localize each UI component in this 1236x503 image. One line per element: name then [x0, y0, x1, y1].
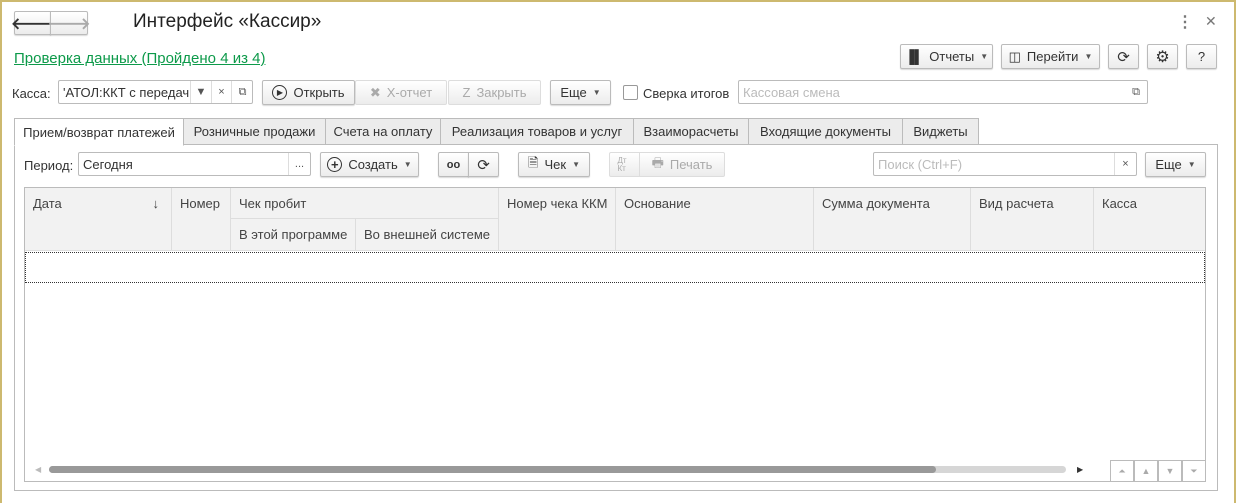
more-label: Еще: [560, 85, 587, 100]
date-header: Дата: [33, 196, 62, 211]
first-icon: ⏶: [1118, 465, 1126, 476]
scroll-left-icon[interactable]: ◀: [35, 465, 41, 474]
scroll-right-icon[interactable]: ▶: [1077, 465, 1083, 474]
kassa-label: Касса:: [12, 86, 51, 101]
list-more-button[interactable]: Еще ▼: [1145, 152, 1206, 177]
refresh-icon: ⟳: [477, 156, 490, 174]
settings-button[interactable]: ⚙: [1147, 44, 1178, 69]
more-label: Еще: [1155, 157, 1182, 172]
open-shift-button[interactable]: ▶ Открыть: [262, 80, 355, 105]
period-value: Сегодня: [83, 156, 133, 172]
refresh-list-button[interactable]: ⟳: [468, 152, 499, 177]
column-date[interactable]: Дата ↓: [25, 188, 172, 251]
reconcile-checkbox[interactable]: [623, 85, 638, 100]
period-label: Период:: [24, 158, 74, 173]
empty-selected-row[interactable]: [25, 252, 1205, 283]
tab-incoming[interactable]: Входящие документы: [748, 118, 903, 145]
tab-widgets[interactable]: Виджеты: [902, 118, 979, 145]
open-icon[interactable]: ⧉: [231, 81, 252, 103]
open-icon[interactable]: ⧉: [1125, 81, 1147, 103]
search-placeholder: Поиск (Ctrl+F): [878, 156, 963, 172]
column-payment-type[interactable]: Вид расчета: [971, 188, 1094, 251]
data-check-link[interactable]: Проверка данных (Пройдено 4 из 4): [14, 50, 265, 67]
reconcile-label: Сверка итогов: [643, 86, 730, 101]
play-icon: ▶: [272, 85, 288, 100]
period-select-button[interactable]: ...: [288, 153, 310, 175]
window-title: Интерфейс «Кассир»: [133, 11, 322, 32]
document-icon: 🗎: [528, 154, 539, 170]
horizontal-scrollbar[interactable]: [49, 466, 1066, 473]
documents-table: Дата ↓ Номер Чек пробит В этой программе …: [24, 187, 1206, 482]
printer-icon: 🖶: [651, 154, 664, 170]
x-report-button[interactable]: ✖ X-отчет: [355, 80, 447, 105]
scroll-down-button[interactable]: ▼: [1158, 460, 1182, 482]
x-report-icon: ✖: [369, 84, 381, 100]
print-label: Печать: [669, 157, 713, 172]
scroll-last-button[interactable]: ⏷: [1182, 460, 1206, 482]
bar-chart-icon: ▐▌: [904, 49, 924, 64]
close-icon[interactable]: ✕: [1205, 13, 1217, 30]
receipt-button[interactable]: 🗎 Чек ▼: [518, 152, 590, 177]
search-input[interactable]: Поиск (Ctrl+F) ×: [873, 152, 1137, 176]
tab-settlements[interactable]: Взаиморасчеты: [633, 118, 749, 145]
clear-icon[interactable]: ×: [211, 81, 231, 103]
column-kassa[interactable]: Касса: [1094, 188, 1205, 251]
reports-label: Отчеты: [929, 49, 975, 64]
forward-button[interactable]: 🡒: [47, 11, 91, 35]
scrollbar-thumb[interactable]: [49, 466, 936, 473]
cash-shift-field[interactable]: Кассовая смена ⧉: [738, 80, 1148, 104]
reports-button[interactable]: ▐▌ Отчеты ▼: [900, 44, 993, 69]
tab-invoices[interactable]: Счета на оплату: [325, 118, 441, 145]
view-button[interactable]: oo: [438, 152, 469, 177]
plus-circle-icon: +: [327, 157, 343, 172]
x-report-label: X-отчет: [386, 85, 433, 100]
tab-sales[interactable]: Реализация товаров и услуг: [440, 118, 634, 145]
gear-icon: ⚙: [1155, 48, 1170, 66]
column-sum[interactable]: Сумма документа: [814, 188, 971, 251]
period-field[interactable]: Сегодня...: [78, 152, 311, 176]
close-shift-icon: Z: [462, 85, 471, 100]
tab-payments[interactable]: Прием/возврат платежей: [14, 118, 184, 146]
more-button[interactable]: Еще ▼: [550, 80, 611, 105]
print-button[interactable]: 🖶 Печать: [639, 152, 725, 177]
more-vertical-icon[interactable]: ⋮: [1177, 12, 1193, 32]
dt-kt-icon: Дт Кт: [617, 155, 627, 173]
clear-icon[interactable]: ×: [1114, 153, 1136, 175]
scroll-up-button[interactable]: ▲: [1134, 460, 1158, 482]
cash-shift-placeholder: Кассовая смена: [743, 84, 840, 100]
goto-label: Перейти: [1026, 49, 1079, 64]
column-in-external[interactable]: Во внешней системе: [356, 219, 499, 251]
last-icon: ⏷: [1190, 465, 1198, 476]
dropdown-icon[interactable]: ▼: [190, 81, 211, 103]
back-button[interactable]: 🡐: [11, 11, 54, 35]
create-button[interactable]: + Создать ▼: [320, 152, 419, 177]
column-kkm-number[interactable]: Номер чека ККМ: [499, 188, 616, 251]
refresh-icon: ⟳: [1117, 48, 1130, 66]
refresh-button[interactable]: ⟳: [1108, 44, 1139, 69]
help-button[interactable]: ?: [1186, 44, 1217, 69]
arrow-right-icon: 🡒: [47, 15, 91, 33]
open-label: Открыть: [293, 85, 345, 100]
close-label: Закрыть: [476, 85, 527, 100]
glasses-icon: oo: [446, 158, 461, 171]
kassa-value: 'АТОЛ:ККТ с передач: [63, 84, 190, 100]
up-icon: ▲: [1141, 466, 1151, 476]
panel-icon: ◫: [1008, 48, 1021, 64]
close-shift-button[interactable]: Z Закрыть: [448, 80, 541, 105]
column-basis[interactable]: Основание: [616, 188, 814, 251]
kassa-field[interactable]: 'АТОЛ:ККТ с передач ▼ × ⧉: [58, 80, 253, 104]
tab-retail[interactable]: Розничные продажи: [183, 118, 326, 145]
receipt-label: Чек: [544, 157, 567, 172]
column-number[interactable]: Номер: [172, 188, 231, 251]
column-check-printed[interactable]: Чек пробит: [231, 188, 499, 219]
dt-kt-button[interactable]: Дт Кт: [609, 152, 640, 177]
down-icon: ▼: [1165, 466, 1175, 476]
column-in-program[interactable]: В этой программе: [231, 219, 356, 251]
create-label: Создать: [348, 157, 398, 172]
scroll-first-button[interactable]: ⏶: [1110, 460, 1134, 482]
window: 🡐 🡒 Интерфейс «Кассир» ⋮ ✕ Проверка данн…: [0, 0, 1236, 503]
help-label: ?: [1197, 49, 1206, 64]
goto-button[interactable]: ◫ Перейти ▼: [1001, 44, 1100, 69]
sort-arrow-icon: ↓: [152, 196, 160, 211]
